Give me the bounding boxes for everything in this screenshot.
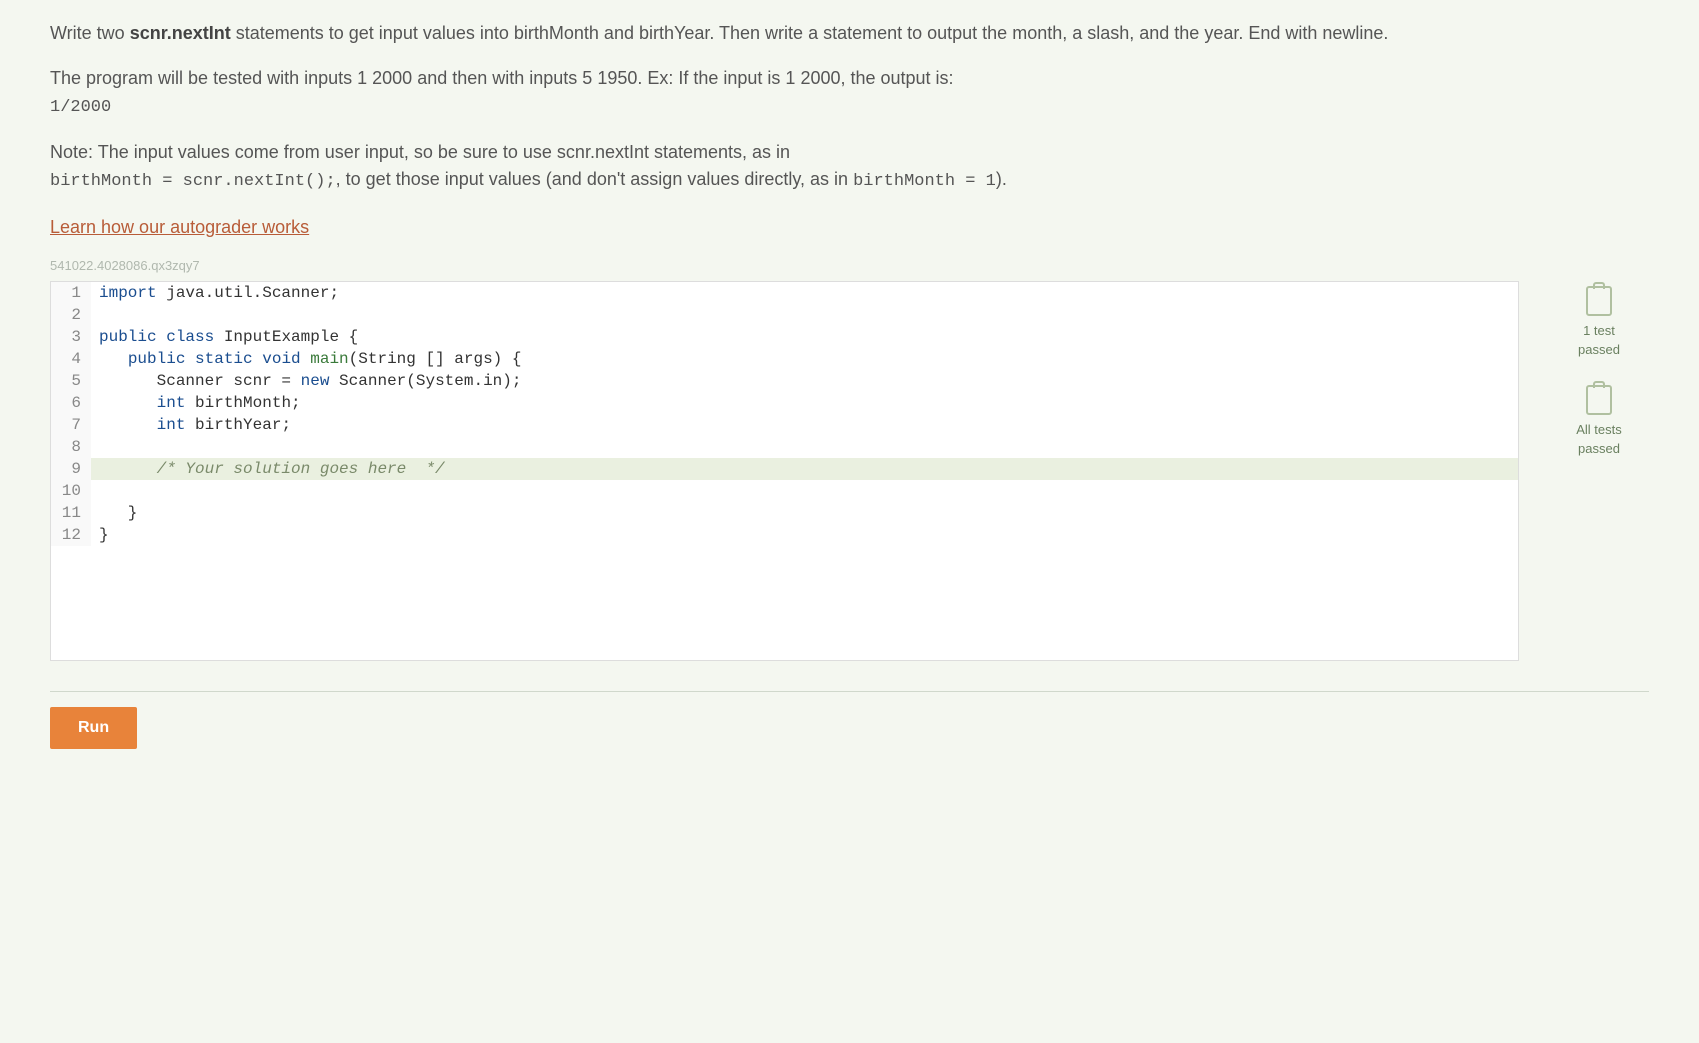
line-content[interactable]: Scanner scnr = new Scanner(System.in);	[91, 370, 1518, 392]
editor-wrapper: 1import java.util.Scanner;23public class…	[50, 281, 1649, 661]
code-token: birthMonth;	[185, 394, 300, 412]
code-line[interactable]: 6 int birthMonth;	[51, 392, 1518, 414]
status-one-test: 1 test passed	[1549, 286, 1649, 360]
instructions-block: Write two scnr.nextInt statements to get…	[50, 20, 1649, 194]
code-line[interactable]: 7 int birthYear;	[51, 414, 1518, 436]
instruction-para-3: Note: The input values come from user in…	[50, 139, 1649, 195]
line-content[interactable]: public static void main(String [] args) …	[91, 348, 1518, 370]
line-content[interactable]	[91, 304, 1518, 326]
code-token: public static void	[128, 350, 310, 368]
code-token	[99, 460, 157, 478]
code-token	[99, 350, 128, 368]
line-content[interactable]: import java.util.Scanner;	[91, 282, 1518, 304]
text: Write two	[50, 23, 130, 43]
code-token: Scanner(System.in);	[329, 372, 521, 390]
status-all-tests: All tests passed	[1549, 385, 1649, 459]
code-line[interactable]: 5 Scanner scnr = new Scanner(System.in);	[51, 370, 1518, 392]
code-token	[99, 416, 157, 434]
text: , to get those input values (and don't a…	[336, 169, 853, 189]
code-token: InputExample {	[224, 328, 358, 346]
status-label: All tests passed	[1549, 420, 1649, 459]
status-label: 1 test passed	[1549, 321, 1649, 360]
line-number: 10	[51, 480, 91, 502]
code-line[interactable]: 10	[51, 480, 1518, 502]
line-content[interactable]: /* Your solution goes here */	[91, 458, 1518, 480]
text: Note: The input values come from user in…	[50, 142, 790, 162]
code-token: public class	[99, 328, 224, 346]
code-line[interactable]: 8	[51, 436, 1518, 458]
code-line[interactable]: 11 }	[51, 502, 1518, 524]
code-token: birthYear;	[185, 416, 291, 434]
line-number: 3	[51, 326, 91, 348]
line-content[interactable]	[91, 436, 1518, 458]
code-line[interactable]: 1import java.util.Scanner;	[51, 282, 1518, 304]
code-token: }	[99, 526, 109, 544]
status-panel: 1 test passed All tests passed	[1549, 281, 1649, 459]
code-token: (String [] args) {	[349, 350, 522, 368]
code-line[interactable]: 9 /* Your solution goes here */	[51, 458, 1518, 480]
controls-bar: Run	[50, 691, 1649, 749]
instruction-para-2: The program will be tested with inputs 1…	[50, 65, 1649, 121]
line-number: 1	[51, 282, 91, 304]
line-content[interactable]: int birthYear;	[91, 414, 1518, 436]
autograder-link[interactable]: Learn how our autograder works	[50, 214, 309, 241]
code-line[interactable]: 4 public static void main(String [] args…	[51, 348, 1518, 370]
line-number: 5	[51, 370, 91, 392]
mono-text: birthMonth = 1	[853, 172, 996, 191]
bold-text: scnr.nextInt	[130, 23, 231, 43]
code-token: main	[310, 350, 348, 368]
code-token: import	[99, 284, 157, 302]
code-token: int	[157, 394, 186, 412]
code-editor[interactable]: 1import java.util.Scanner;23public class…	[50, 281, 1519, 661]
clipboard-icon	[1586, 385, 1612, 415]
line-content[interactable]	[91, 480, 1518, 502]
code-token: /* Your solution goes here */	[157, 460, 445, 478]
code-token	[99, 394, 157, 412]
mono-text: birthMonth = scnr.nextInt();	[50, 172, 336, 191]
run-button[interactable]: Run	[50, 707, 137, 749]
line-content[interactable]: }	[91, 524, 1518, 546]
line-number: 11	[51, 502, 91, 524]
code-token: int	[157, 416, 186, 434]
code-line[interactable]: 12}	[51, 524, 1518, 546]
clipboard-icon	[1586, 286, 1612, 316]
line-number: 7	[51, 414, 91, 436]
line-number: 12	[51, 524, 91, 546]
code-token: }	[99, 504, 137, 522]
line-content[interactable]: int birthMonth;	[91, 392, 1518, 414]
code-token: new	[301, 372, 330, 390]
line-number: 6	[51, 392, 91, 414]
code-token: Scanner scnr =	[99, 372, 301, 390]
watermark-id: 541022.4028086.qx3zqy7	[50, 256, 1649, 276]
line-content[interactable]: public class InputExample {	[91, 326, 1518, 348]
code-line[interactable]: 3public class InputExample {	[51, 326, 1518, 348]
text: ).	[996, 169, 1007, 189]
code-token: java.util.Scanner;	[157, 284, 339, 302]
line-number: 4	[51, 348, 91, 370]
mono-text: 1/2000	[50, 98, 111, 117]
code-line[interactable]: 2	[51, 304, 1518, 326]
text: The program will be tested with inputs 1…	[50, 68, 954, 88]
line-number: 9	[51, 458, 91, 480]
line-number: 8	[51, 436, 91, 458]
text: statements to get input values into birt…	[231, 23, 1389, 43]
line-number: 2	[51, 304, 91, 326]
line-content[interactable]: }	[91, 502, 1518, 524]
instruction-para-1: Write two scnr.nextInt statements to get…	[50, 20, 1649, 47]
